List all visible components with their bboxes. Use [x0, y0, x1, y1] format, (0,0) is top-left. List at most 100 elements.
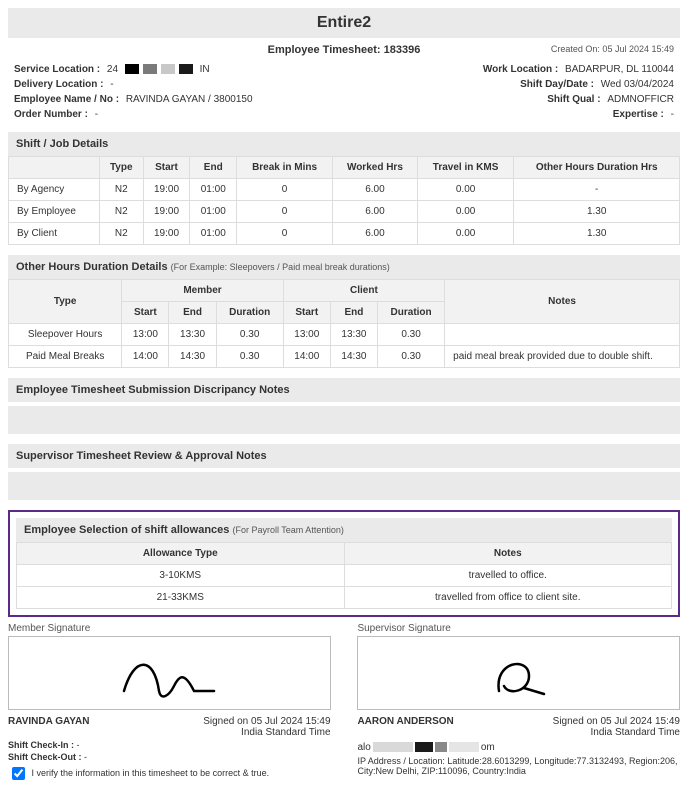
- oh-col-m-dur: Duration: [216, 302, 283, 324]
- info-row-1: Service Location : 24 IN Work Location :…: [8, 62, 680, 77]
- supervisor-signed-date: Signed on 05 Jul 2024 15:49: [553, 716, 680, 727]
- table-row: By ClientN219:0001:0006.000.001.30: [9, 223, 680, 245]
- shift-header-row: TypeStartEndBreak in MinsWorked HrsTrave…: [9, 157, 680, 179]
- allowances-sub: (For Payroll Team Attention): [232, 525, 343, 535]
- work-location-val: BADARPUR, DL 110044: [565, 64, 674, 75]
- supervisor-body: [8, 472, 680, 500]
- shift-col: Start: [143, 157, 190, 179]
- other-hours-body: Sleepover Hours13:0013:300.3013:0013:300…: [9, 324, 680, 368]
- expertise-val: -: [671, 109, 674, 120]
- page-title: Entire2: [8, 8, 680, 38]
- member-name: RAVINDA GAYAN: [8, 716, 90, 738]
- verify-row: I verify the information in this timeshe…: [8, 764, 331, 783]
- allowances-highlight: Employee Selection of shift allowances (…: [8, 510, 680, 617]
- oh-col-notes: Notes: [445, 280, 680, 324]
- signature-row: Member Signature RAVINDA GAYAN Signed on…: [8, 623, 680, 783]
- service-location-prefix: 24: [107, 64, 118, 75]
- expertise-label: Expertise :: [613, 109, 664, 120]
- verify-checkbox[interactable]: [12, 767, 25, 780]
- member-sig-label: Member Signature: [8, 623, 331, 634]
- shift-qual-label: Shift Qual :: [547, 94, 600, 105]
- shift-day-label: Shift Day/Date :: [520, 79, 594, 90]
- other-hours-sub: (For Example: Sleepovers / Paid meal bre…: [171, 262, 390, 272]
- oh-col-client: Client: [283, 280, 444, 302]
- oh-col-c-dur: Duration: [378, 302, 445, 324]
- delivery-location-label: Delivery Location :: [14, 79, 103, 90]
- member-signature-col: Member Signature RAVINDA GAYAN Signed on…: [8, 623, 331, 783]
- oh-col-m-end: End: [169, 302, 216, 324]
- member-sig-box: [8, 636, 331, 710]
- shift-col: Break in Mins: [237, 157, 333, 179]
- signature-icon: [109, 646, 229, 701]
- table-row: 21-33KMStravelled from office to client …: [17, 587, 672, 609]
- email-redaction: alo om: [357, 742, 680, 752]
- delivery-location-val: -: [110, 79, 113, 90]
- checkin-label: Shift Check-In :: [8, 740, 74, 750]
- table-row: Sleepover Hours13:0013:300.3013:0013:300…: [9, 324, 680, 346]
- shift-head: Shift / Job Details: [8, 132, 680, 156]
- discrepancy-body: [8, 406, 680, 434]
- info-row-3: Employee Name / No : RAVINDA GAYAN / 380…: [8, 92, 680, 107]
- other-hours-section: Other Hours Duration Details (For Exampl…: [8, 255, 680, 368]
- email-suffix: om: [481, 742, 495, 753]
- oh-col-m-start: Start: [122, 302, 169, 324]
- supervisor-head: Supervisor Timesheet Review & Approval N…: [8, 444, 680, 468]
- oh-col-member: Member: [122, 280, 283, 302]
- shift-body: By AgencyN219:0001:0006.000.00-By Employ…: [9, 179, 680, 245]
- table-row: Paid Meal Breaks14:0014:300.3014:0014:30…: [9, 346, 680, 368]
- oh-col-c-start: Start: [283, 302, 330, 324]
- shift-section: Shift / Job Details TypeStartEndBreak in…: [8, 132, 680, 245]
- supervisor-signed-tz: India Standard Time: [553, 727, 680, 738]
- supervisor-section: Supervisor Timesheet Review & Approval N…: [8, 444, 680, 500]
- other-hours-head: Other Hours Duration Details (For Exampl…: [8, 255, 680, 279]
- member-signed-tz: India Standard Time: [203, 727, 330, 738]
- shift-col: Worked Hrs: [333, 157, 418, 179]
- allow-col-notes: Notes: [344, 543, 672, 565]
- checkin-val: -: [77, 740, 80, 750]
- supervisor-sig-box: [357, 636, 680, 710]
- shift-col: Other Hours Duration Hrs: [514, 157, 680, 179]
- shift-col: [9, 157, 100, 179]
- checkout-val: -: [84, 752, 87, 762]
- other-hours-table: Type Member Client Notes Start End Durat…: [8, 279, 680, 368]
- other-hours-title: Other Hours Duration Details: [16, 261, 168, 273]
- oh-col-c-end: End: [330, 302, 377, 324]
- allowances-head: Employee Selection of shift allowances (…: [16, 518, 672, 542]
- service-location-label: Service Location :: [14, 64, 100, 75]
- discrepancy-section: Employee Timesheet Submission Discripanc…: [8, 378, 680, 434]
- shift-day-val: Wed 03/04/2024: [601, 79, 674, 90]
- info-row-2: Delivery Location : - Shift Day/Date : W…: [8, 77, 680, 92]
- table-row: By EmployeeN219:0001:0006.000.001.30: [9, 201, 680, 223]
- shift-col: Type: [99, 157, 143, 179]
- table-row: 3-10KMStravelled to office.: [17, 565, 672, 587]
- allowances-table: Allowance Type Notes 3-10KMStravelled to…: [16, 542, 672, 609]
- email-prefix: alo: [357, 742, 370, 753]
- subtitle-row: Employee Timesheet: 183396 Created On: 0…: [8, 40, 680, 62]
- order-val: -: [95, 109, 98, 120]
- verify-text: I verify the information in this timeshe…: [32, 768, 270, 778]
- service-location-suffix: IN: [200, 64, 210, 75]
- supervisor-sig-label: Supervisor Signature: [357, 623, 680, 634]
- created-on: Created On: 05 Jul 2024 15:49: [551, 44, 674, 54]
- shift-qual-val: ADMNOFFICR: [607, 94, 674, 105]
- ip-location: IP Address / Location: Latitude:28.60132…: [357, 756, 680, 776]
- allowances-body: 3-10KMStravelled to office.21-33KMStrave…: [17, 565, 672, 609]
- employee-label: Employee Name / No :: [14, 94, 119, 105]
- shift-col: Travel in KMS: [417, 157, 514, 179]
- work-location-label: Work Location :: [483, 64, 558, 75]
- shift-table: TypeStartEndBreak in MinsWorked HrsTrave…: [8, 156, 680, 245]
- timesheet-id: Employee Timesheet: 183396: [268, 44, 421, 56]
- employee-val: RAVINDA GAYAN / 3800150: [126, 94, 253, 105]
- member-signed-date: Signed on 05 Jul 2024 15:49: [203, 716, 330, 727]
- shift-col: End: [190, 157, 237, 179]
- supervisor-name: AARON ANDERSON: [357, 716, 453, 738]
- order-label: Order Number :: [14, 109, 88, 120]
- allowances-title: Employee Selection of shift allowances: [24, 524, 229, 536]
- redaction-swatches: [125, 64, 193, 74]
- supervisor-signature-col: Supervisor Signature AARON ANDERSON Sign…: [357, 623, 680, 783]
- oh-col-type: Type: [9, 280, 122, 324]
- info-row-4: Order Number : - Expertise : -: [8, 107, 680, 122]
- table-row: By AgencyN219:0001:0006.000.00-: [9, 179, 680, 201]
- signature-icon: [474, 646, 564, 701]
- allow-col-type: Allowance Type: [17, 543, 345, 565]
